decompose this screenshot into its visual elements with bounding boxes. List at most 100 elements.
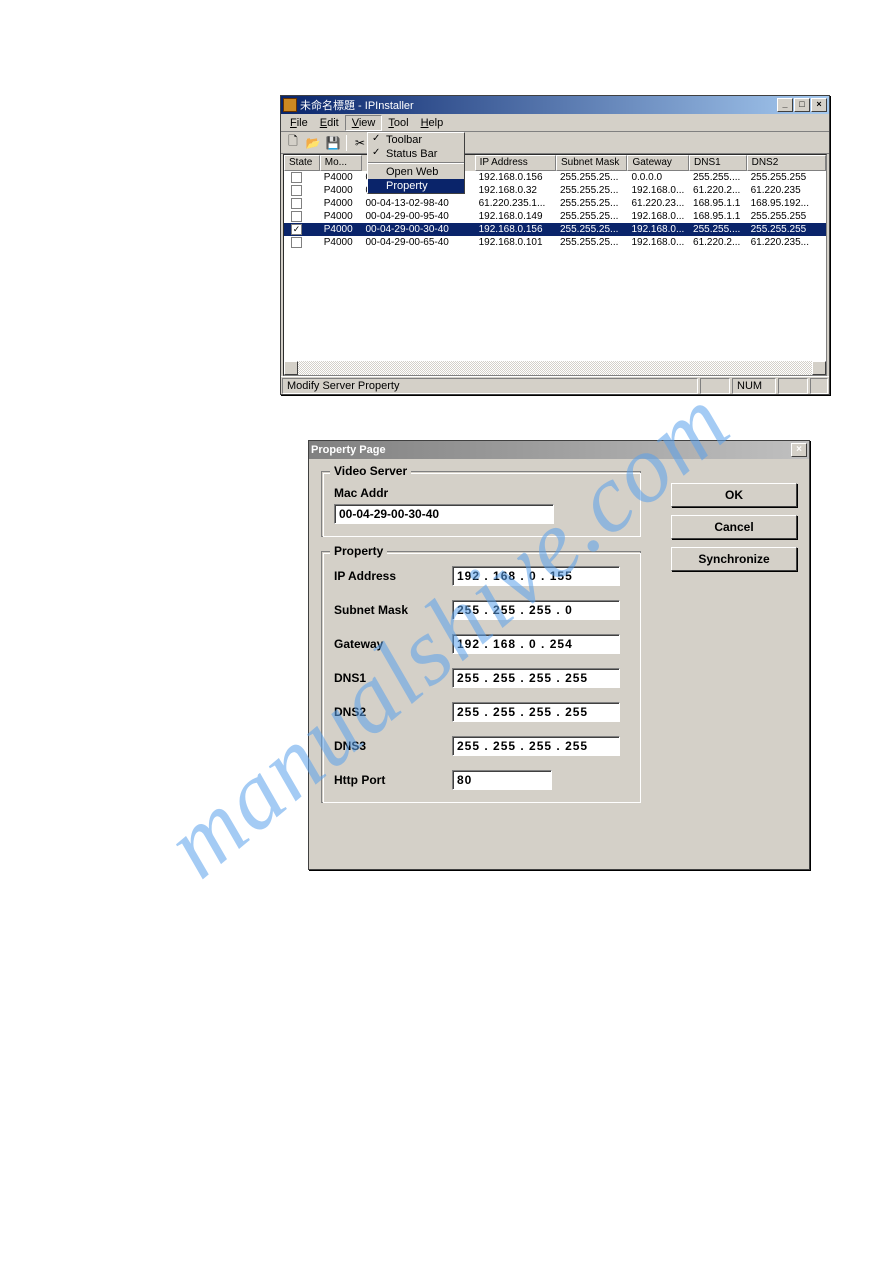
cell-subnet: 255.255.25... bbox=[556, 211, 627, 222]
cell-dns1: 168.95.1.1 bbox=[689, 211, 747, 222]
dns3-field[interactable]: 255 . 255 . 255 . 255 bbox=[452, 736, 620, 756]
titlebar[interactable]: 未命名標題 - IPInstaller _ □ × bbox=[281, 96, 829, 114]
col-dns2[interactable]: DNS2 bbox=[747, 155, 826, 171]
cell-subnet: 255.255.25... bbox=[556, 224, 627, 235]
cell-ip: 61.220.235.1... bbox=[475, 198, 556, 209]
cell-ip: 192.168.0.156 bbox=[475, 224, 556, 235]
menu-file[interactable]: File bbox=[284, 116, 314, 130]
row-subnet: Subnet Mask 255 . 255 . 255 . 0 bbox=[334, 600, 628, 620]
col-dns1[interactable]: DNS1 bbox=[689, 155, 747, 171]
dialog-titlebar[interactable]: Property Page × bbox=[309, 441, 809, 459]
menu-file-label: ile bbox=[297, 117, 308, 129]
cell-dns2: 255.255.255 bbox=[747, 211, 826, 222]
cell-dns1: 168.95.1.1 bbox=[689, 198, 747, 209]
table-body: P400000-04-29-00-30-40192.168.0.156255.2… bbox=[284, 171, 826, 249]
resize-grip[interactable] bbox=[810, 378, 828, 394]
cell-gateway: 0.0.0.0 bbox=[627, 172, 689, 183]
http-port-field[interactable]: 80 bbox=[452, 770, 552, 790]
table-row[interactable]: P400000-04-29-00-95-40192.168.0.149255.2… bbox=[284, 210, 826, 223]
table-row[interactable]: P400000-04-29-00-4e-40192.168.0.32255.25… bbox=[284, 184, 826, 197]
cell-mac: 00-04-29-00-30-40 bbox=[361, 224, 474, 235]
menu-toolbar[interactable]: Toolbar bbox=[368, 133, 464, 147]
status-cell bbox=[700, 378, 730, 394]
close-button[interactable]: × bbox=[791, 443, 807, 457]
menu-bar: File Edit View Tool Help bbox=[281, 114, 829, 132]
cell-dns1: 61.220.2... bbox=[689, 185, 747, 196]
dialog-body: Video Server Mac Addr 00-04-29-00-30-40 … bbox=[309, 459, 809, 869]
ip-address-field[interactable]: 192 . 168 . 0 . 155 bbox=[452, 566, 620, 586]
row-checkbox[interactable] bbox=[291, 237, 302, 248]
save-button[interactable]: 💾 bbox=[324, 134, 342, 152]
synchronize-button[interactable]: Synchronize bbox=[671, 547, 797, 571]
menu-property[interactable]: Property bbox=[368, 179, 464, 193]
col-state[interactable]: State bbox=[284, 155, 320, 171]
row-ip: IP Address 192 . 168 . 0 . 155 bbox=[334, 566, 628, 586]
row-checkbox[interactable] bbox=[291, 185, 302, 196]
separator-icon bbox=[368, 162, 464, 164]
cell-model: P4000 bbox=[320, 211, 362, 222]
menu-help[interactable]: Help bbox=[415, 116, 450, 130]
cell-subnet: 255.255.25... bbox=[556, 185, 627, 196]
maximize-button[interactable]: □ bbox=[794, 98, 810, 112]
table-row[interactable]: P400000-04-13-02-98-4061.220.235.1...255… bbox=[284, 197, 826, 210]
cell-ip: 192.168.0.32 bbox=[475, 185, 556, 196]
scroll-right-button[interactable] bbox=[812, 361, 826, 375]
gateway-field[interactable]: 192 . 168 . 0 . 254 bbox=[452, 634, 620, 654]
dns3-label: DNS3 bbox=[334, 739, 452, 753]
table-row[interactable]: ✓P400000-04-29-00-30-40192.168.0.156255.… bbox=[284, 223, 826, 236]
row-checkbox[interactable] bbox=[291, 198, 302, 209]
subnet-mask-label: Subnet Mask bbox=[334, 603, 452, 617]
cell-model: P4000 bbox=[320, 172, 362, 183]
col-ip[interactable]: IP Address bbox=[475, 155, 556, 171]
menu-view[interactable]: View bbox=[345, 115, 383, 131]
cell-ip: 192.168.0.156 bbox=[475, 172, 556, 183]
open-button[interactable]: 📂 bbox=[304, 134, 322, 152]
menu-edit[interactable]: Edit bbox=[314, 116, 345, 130]
row-dns1: DNS1 255 . 255 . 255 . 255 bbox=[334, 668, 628, 688]
table-row[interactable]: P400000-04-29-00-65-40192.168.0.101255.2… bbox=[284, 236, 826, 249]
status-numlock: NUM bbox=[732, 378, 776, 394]
row-checkbox[interactable] bbox=[291, 172, 302, 183]
dns1-label: DNS1 bbox=[334, 671, 452, 685]
scroll-left-button[interactable] bbox=[284, 361, 298, 375]
mac-addr-label: Mac Addr bbox=[334, 486, 628, 500]
subnet-mask-field[interactable]: 255 . 255 . 255 . 0 bbox=[452, 600, 620, 620]
row-checkbox[interactable] bbox=[291, 211, 302, 222]
property-group: Property IP Address 192 . 168 . 0 . 155 … bbox=[321, 551, 641, 803]
cancel-button[interactable]: Cancel bbox=[671, 515, 797, 539]
cell-gateway: 192.168.0... bbox=[627, 211, 689, 222]
col-model[interactable]: Mo... bbox=[320, 155, 362, 171]
cell-dns2: 255.255.255 bbox=[747, 172, 826, 183]
menu-open-web[interactable]: Open Web bbox=[368, 165, 464, 179]
scroll-track[interactable] bbox=[298, 361, 812, 375]
close-button[interactable]: × bbox=[811, 98, 827, 112]
row-checkbox[interactable]: ✓ bbox=[291, 224, 302, 235]
cell-dns2: 168.95.192... bbox=[747, 198, 826, 209]
cell-dns1: 255.255.... bbox=[689, 224, 747, 235]
server-table: State Mo... IP Address Subnet Mask Gatew… bbox=[283, 154, 827, 376]
dns2-field[interactable]: 255 . 255 . 255 . 255 bbox=[452, 702, 620, 722]
cell-ip: 192.168.0.101 bbox=[475, 237, 556, 248]
menu-tool[interactable]: Tool bbox=[382, 116, 414, 130]
menu-statusbar[interactable]: Status Bar bbox=[368, 147, 464, 161]
cell-mac: 00-04-29-00-95-40 bbox=[361, 211, 474, 222]
cell-model: P4000 bbox=[320, 237, 362, 248]
col-subnet[interactable]: Subnet Mask bbox=[556, 155, 627, 171]
dns2-label: DNS2 bbox=[334, 705, 452, 719]
col-gateway[interactable]: Gateway bbox=[627, 155, 689, 171]
dns1-field[interactable]: 255 . 255 . 255 . 255 bbox=[452, 668, 620, 688]
dialog-title: Property Page bbox=[311, 444, 791, 456]
horizontal-scrollbar[interactable] bbox=[284, 361, 826, 375]
ok-button[interactable]: OK bbox=[671, 483, 797, 507]
http-port-label: Http Port bbox=[334, 773, 452, 787]
new-button[interactable]: 🗋 bbox=[284, 134, 302, 152]
mac-addr-field[interactable]: 00-04-29-00-30-40 bbox=[334, 504, 554, 524]
cell-gateway: 61.220.23... bbox=[627, 198, 689, 209]
cell-dns2: 255.255.255 bbox=[747, 224, 826, 235]
status-bar: Modify Server Property NUM bbox=[281, 376, 829, 394]
cell-mac: 00-04-13-02-98-40 bbox=[361, 198, 474, 209]
ipinstaller-window: 未命名標題 - IPInstaller _ □ × File Edit View… bbox=[280, 95, 830, 395]
table-row[interactable]: P400000-04-29-00-30-40192.168.0.156255.2… bbox=[284, 171, 826, 184]
minimize-button[interactable]: _ bbox=[777, 98, 793, 112]
cell-dns2: 61.220.235 bbox=[747, 185, 826, 196]
